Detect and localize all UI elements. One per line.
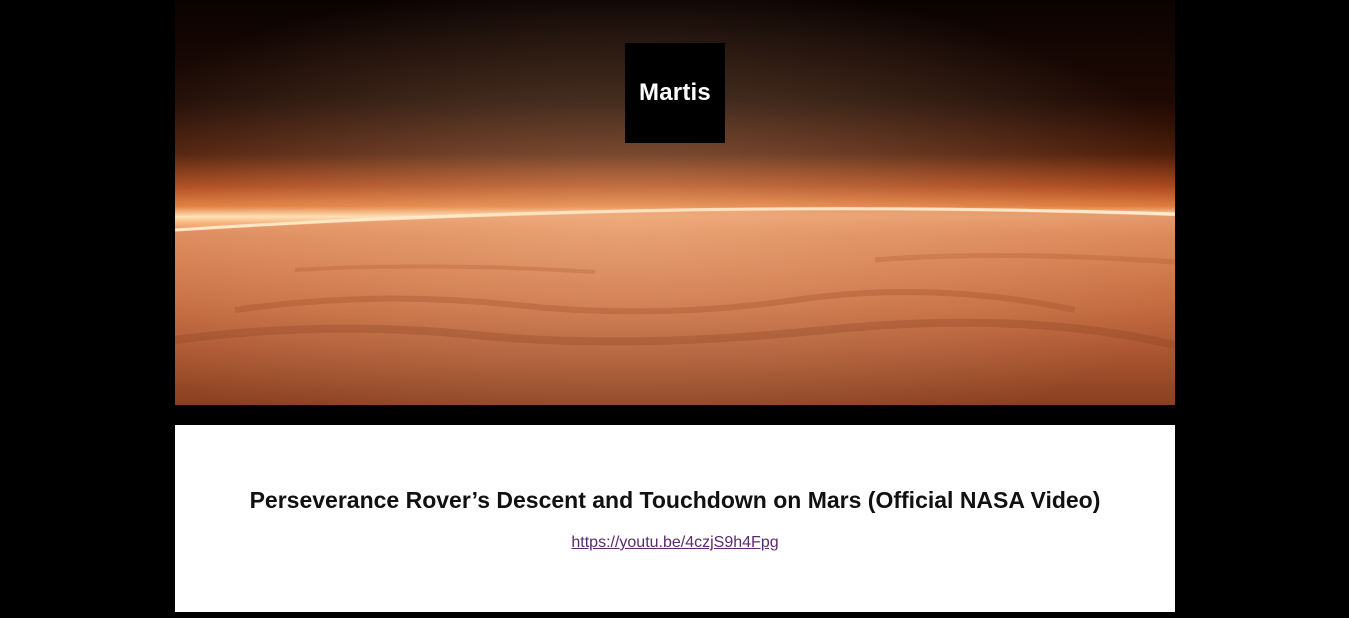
post-title: Perseverance Rover’s Descent and Touchdo…: [249, 487, 1101, 513]
site-title[interactable]: Martis: [639, 79, 711, 107]
site-title-box[interactable]: Martis: [625, 43, 725, 143]
page: Martis Perseverance Rover’s Descent and …: [0, 0, 1349, 618]
video-link[interactable]: https://youtu.be/4czjS9h4Fpg: [571, 534, 778, 551]
post-link-container: https://youtu.be/4czjS9h4Fpg: [175, 533, 1175, 553]
post-content: Perseverance Rover’s Descent and Touchdo…: [175, 425, 1175, 612]
header-hero-image: Martis: [175, 0, 1175, 405]
